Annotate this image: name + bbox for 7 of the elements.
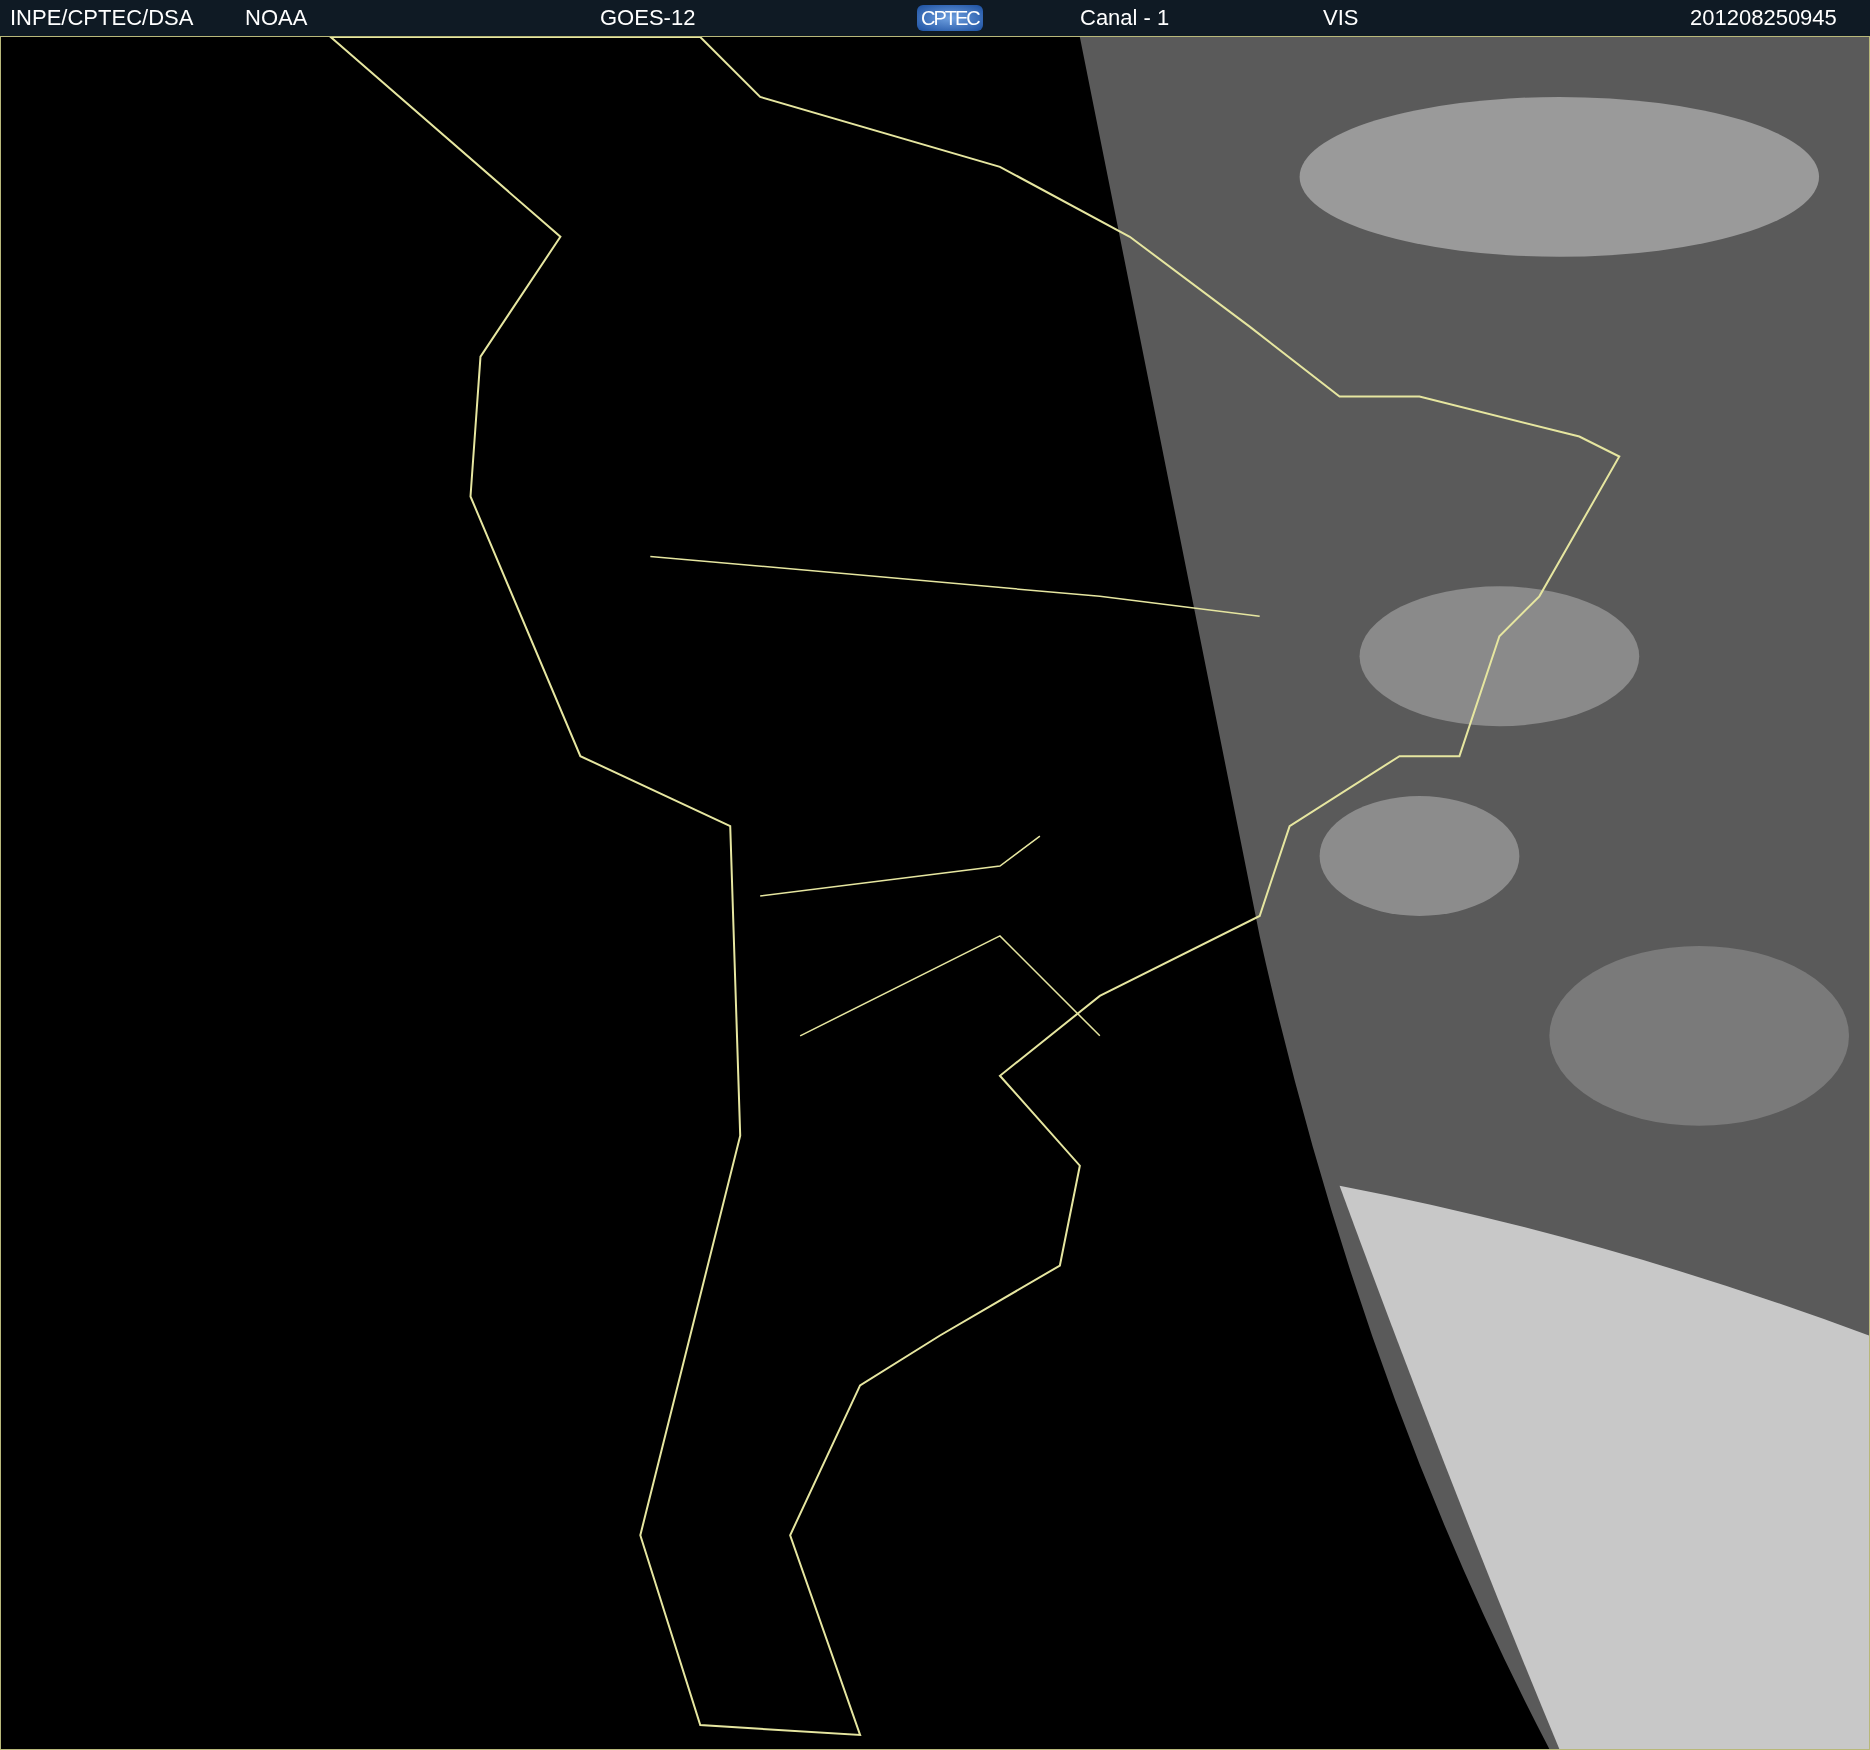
header-label: GOES-12 [600, 7, 696, 29]
header-label: Canal - 1 [1080, 7, 1170, 29]
logo: CPTEC [917, 5, 983, 31]
header-label: VIS [1323, 7, 1359, 29]
header-label: INPE/CPTEC/DSA [10, 7, 194, 29]
header-label: NOAA [245, 7, 308, 29]
timestamp: 201208250945 [1690, 7, 1837, 29]
